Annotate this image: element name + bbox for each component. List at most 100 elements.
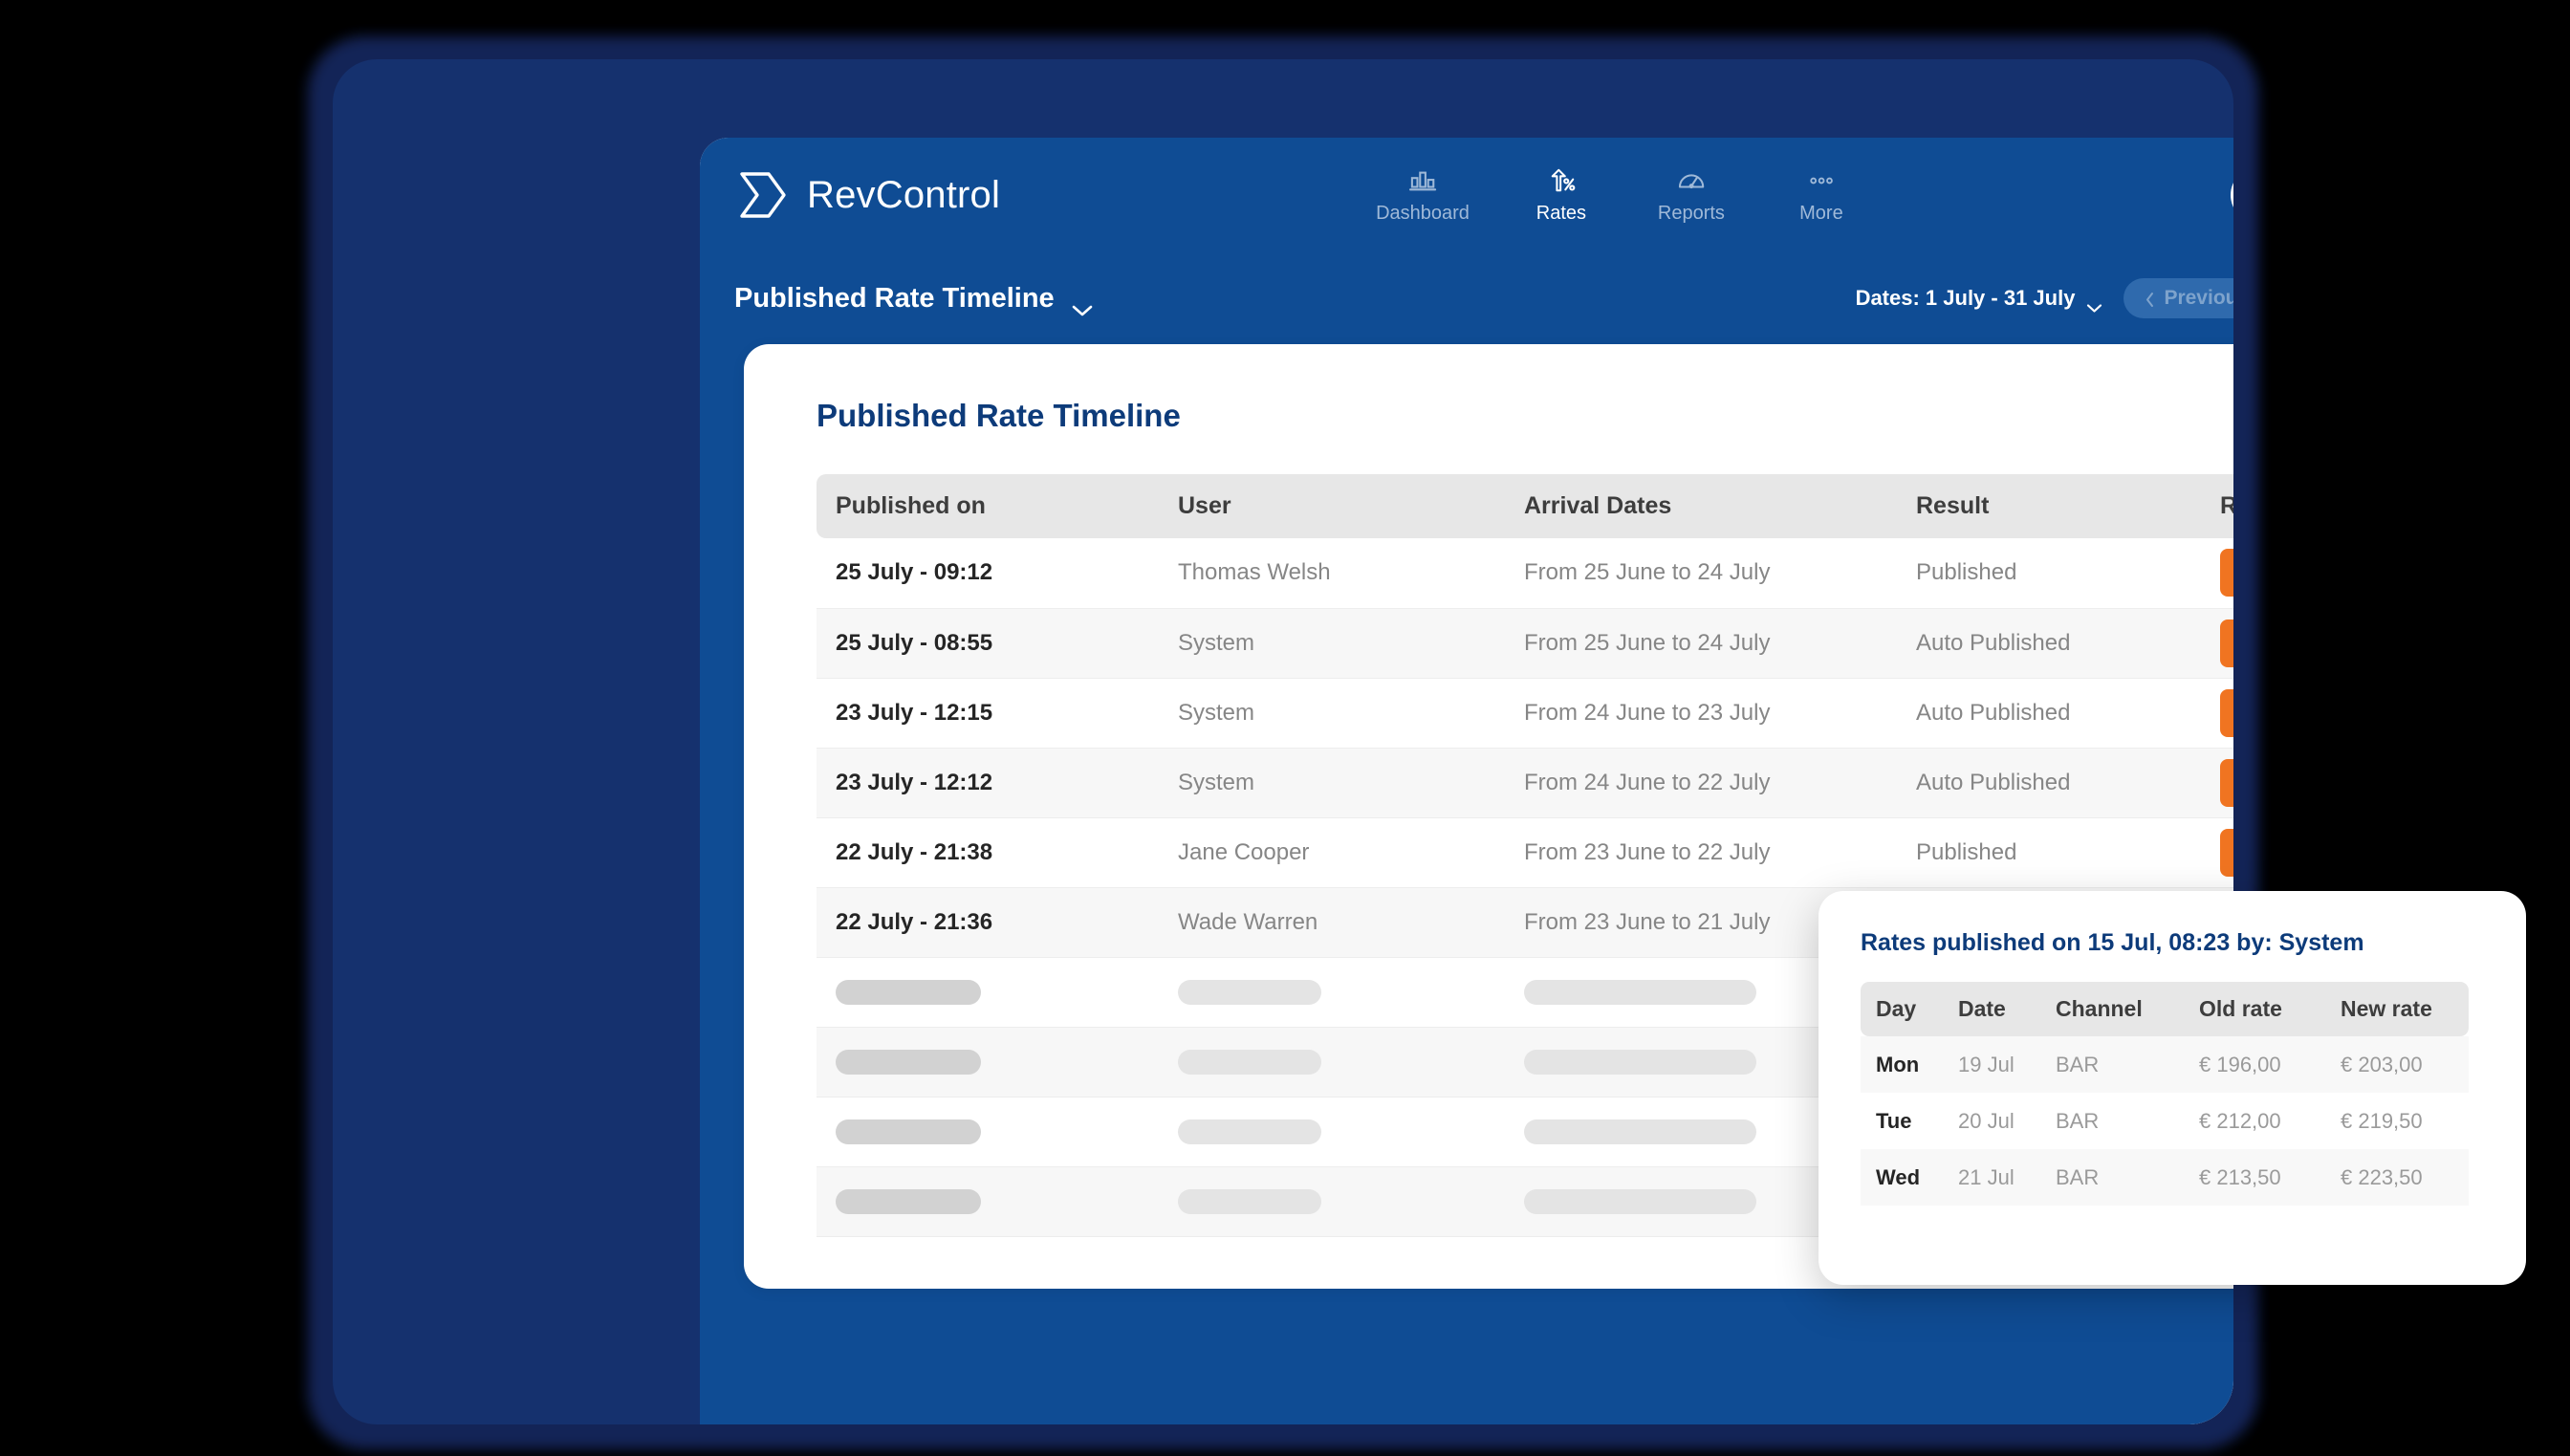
skeleton-bar xyxy=(1178,1049,1321,1075)
cell-user: Wade Warren xyxy=(1159,887,1505,958)
cell-user: System xyxy=(1159,678,1505,749)
nav-item-rates[interactable]: Rates xyxy=(1523,166,1600,225)
popup-body: Mon 19 Jul BAR € 196,00 € 203,00 Tue 20 … xyxy=(1861,1036,2469,1206)
primary-nav: Dashboard Rates Reports More xyxy=(1376,166,1860,225)
popup-cell-new-rate: € 203,00 xyxy=(2341,1052,2423,1076)
cell-user: Thomas Welsh xyxy=(1159,538,1505,609)
popup-column-date: Date xyxy=(1943,982,2040,1036)
cell-action: Show rate xyxy=(2201,817,2233,888)
cell-action: Show rate xyxy=(2201,538,2233,609)
rate-details-popup: Rates published on 15 Jul, 08:23 by: Sys… xyxy=(1819,891,2526,1285)
cell-result: Auto Published xyxy=(1897,748,2201,818)
popup-cell-new-rate: € 219,50 xyxy=(2341,1108,2423,1133)
skeleton-bar xyxy=(1178,979,1321,1005)
popup-cell-old-rate: € 212,00 xyxy=(2199,1108,2281,1133)
popup-cell-day: Mon xyxy=(1876,1052,1920,1076)
skeleton-bar xyxy=(1524,979,1756,1005)
skeleton-cell xyxy=(1159,1166,1505,1237)
nav-item-dashboard[interactable]: Dashboard xyxy=(1376,166,1470,225)
skeleton-bar xyxy=(836,1188,981,1214)
popup-cell-old-rate: € 196,00 xyxy=(2199,1052,2281,1076)
popup-column-old-rate: Old rate xyxy=(2184,982,2325,1036)
show-rate-button[interactable]: Show rate xyxy=(2220,619,2233,667)
nav-item-reports[interactable]: Reports xyxy=(1653,166,1730,225)
cell-published-on: 23 July - 12:15 xyxy=(817,678,1159,749)
rate-details-table: Day Date Channel Old rate New rate Mon 1… xyxy=(1861,982,2469,1206)
brand-name: RevControl xyxy=(807,173,1001,216)
column-header-rates: Rates xyxy=(2201,474,2233,538)
show-rate-button[interactable]: Show rate xyxy=(2220,828,2233,877)
show-rate-button[interactable]: Show rate xyxy=(2220,688,2233,737)
previous-period-label: Previous xyxy=(2164,287,2233,309)
arrow-up-percent-icon xyxy=(1545,166,1578,195)
cell-user: System xyxy=(1159,608,1505,679)
popup-cell-day: Wed xyxy=(1876,1164,1921,1189)
popup-cell-date: 21 Jul xyxy=(1958,1164,2015,1189)
nav-item-more[interactable]: More xyxy=(1783,166,1860,225)
cell-published-on: 22 July - 21:38 xyxy=(817,817,1159,888)
speedometer-icon xyxy=(1675,166,1708,195)
view-selector[interactable]: Published Rate Timeline xyxy=(734,283,1093,315)
skeleton-bar xyxy=(836,1119,981,1144)
hotel-selector[interactable]: Hotel City Center xyxy=(2231,167,2233,223)
table-row: 23 July - 12:15 System From 24 June to 2… xyxy=(817,678,2233,749)
cell-published-on: 25 July - 08:55 xyxy=(817,608,1159,679)
date-range-label: Dates: 1 July - 31 July xyxy=(1855,286,2076,310)
nav-label-rates: Rates xyxy=(1535,202,1587,224)
ellipsis-icon xyxy=(1805,166,1838,195)
skeleton-bar xyxy=(1524,1119,1756,1144)
cell-user: Jane Cooper xyxy=(1159,817,1505,888)
date-range-selector[interactable]: Dates: 1 July - 31 July xyxy=(1855,286,2103,313)
show-rate-button[interactable]: Show rate xyxy=(2220,549,2233,598)
popup-title: Rates published on 15 Jul, 08:23 by: Sys… xyxy=(1861,929,2364,956)
brand-logo[interactable]: RevControl xyxy=(734,165,1000,225)
cell-action: Show rate xyxy=(2201,678,2233,749)
popup-cell-day: Tue xyxy=(1876,1108,1912,1133)
cell-user: System xyxy=(1159,748,1505,818)
skeleton-cell xyxy=(1159,1027,1505,1097)
popup-cell-date: 20 Jul xyxy=(1958,1108,2015,1133)
cell-result: Auto Published xyxy=(1897,678,2201,749)
table-row: 25 July - 09:12 Thomas Welsh From 25 Jun… xyxy=(817,538,2233,609)
skeleton-bar xyxy=(836,1049,981,1075)
view-selector-label: Published Rate Timeline xyxy=(734,282,1055,314)
popup-cell-date: 19 Jul xyxy=(1958,1052,2015,1076)
table-row: 23 July - 12:12 System From 24 June to 2… xyxy=(817,748,2233,818)
popup-cell-old-rate: € 213,50 xyxy=(2199,1164,2281,1189)
chevron-left-icon xyxy=(2145,291,2155,307)
show-rate-button[interactable]: Show rate xyxy=(2220,758,2233,807)
table-header-row: Published on User Arrival Dates Result R… xyxy=(817,474,2233,538)
date-navigation: Dates: 1 July - 31 July Previou xyxy=(1856,278,2233,318)
popup-cell-new-rate: € 223,50 xyxy=(2341,1164,2423,1189)
skeleton-bar xyxy=(1524,1188,1756,1214)
page-title: Published Rate Timeline xyxy=(817,398,1181,433)
cell-result: Auto Published xyxy=(1897,608,2201,679)
chevron-down-icon xyxy=(1072,293,1093,315)
cell-published-on: 25 July - 09:12 xyxy=(817,538,1159,609)
screenshot-stage: RevControl Dashboard Rates Reports More … xyxy=(0,0,2570,1456)
cell-arrival: From 25 June to 24 July xyxy=(1505,538,1897,609)
cell-published-on: 22 July - 21:36 xyxy=(817,887,1159,958)
popup-cell-channel: BAR xyxy=(2056,1052,2100,1076)
table-row: 22 July - 21:38 Jane Cooper From 23 June… xyxy=(817,817,2233,888)
popup-column-day: Day xyxy=(1861,982,1943,1036)
column-header-arrival-dates: Arrival Dates xyxy=(1505,474,1897,538)
nav-label-more: More xyxy=(1799,202,1843,224)
previous-period-button[interactable]: Previous xyxy=(2124,278,2233,318)
nav-label-dashboard: Dashboard xyxy=(1376,202,1470,224)
skeleton-cell xyxy=(817,1166,1159,1237)
chevron-down-icon xyxy=(2086,293,2102,313)
cell-published-on: 23 July - 12:12 xyxy=(817,748,1159,818)
skeleton-bar xyxy=(1178,1119,1321,1144)
skeleton-cell xyxy=(1159,957,1505,1028)
skeleton-bar xyxy=(836,979,981,1005)
top-navigation-bar: RevControl Dashboard Rates Reports More xyxy=(700,138,2233,252)
nav-label-reports: Reports xyxy=(1657,202,1725,224)
skeleton-cell xyxy=(817,957,1159,1028)
popup-cell-channel: BAR xyxy=(2056,1164,2100,1189)
cell-arrival: From 24 June to 23 July xyxy=(1505,678,1897,749)
table-row: 25 July - 08:55 System From 25 June to 2… xyxy=(817,608,2233,679)
column-header-result: Result xyxy=(1897,474,2201,538)
cell-action: Show rate xyxy=(2201,748,2233,818)
bar-chart-icon xyxy=(1406,166,1439,195)
